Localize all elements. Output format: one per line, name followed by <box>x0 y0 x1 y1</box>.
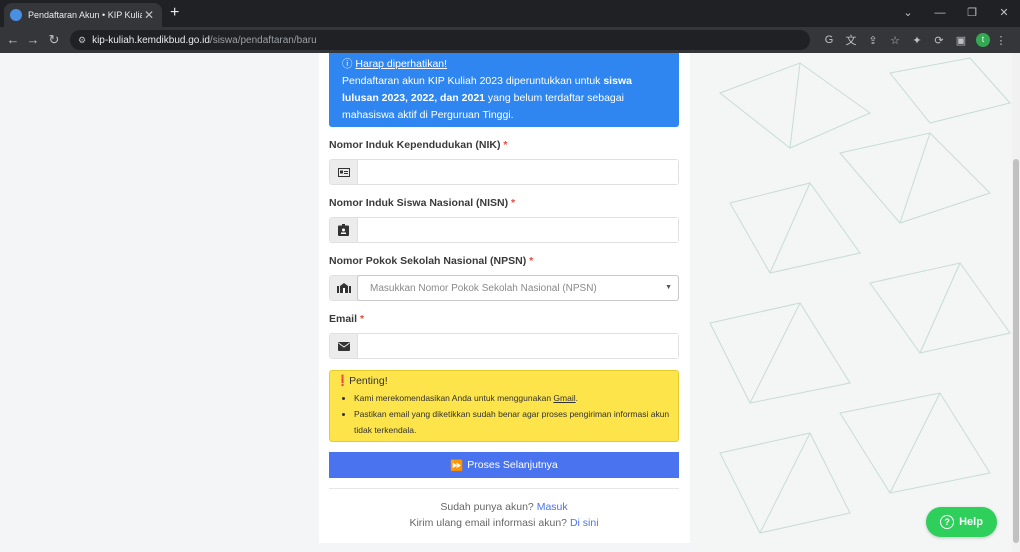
exclamation-icon: ❗ <box>336 375 350 387</box>
npsn-label-text: Nomor Pokok Sekolah Nasional (NPSN) <box>329 255 527 267</box>
nisn-label: Nomor Induk Siswa Nasional (NISN) * <box>329 197 515 209</box>
minimize-icon[interactable]: — <box>924 0 956 27</box>
site-info-icon[interactable]: ⚙ <box>78 35 86 46</box>
login-link[interactable]: Masuk <box>537 501 568 513</box>
nik-label-text: Nomor Induk Kependudukan (NIK) <box>329 139 501 151</box>
npsn-select[interactable]: Masukkan Nomor Pokok Sekolah Nasional (N… <box>357 275 679 301</box>
help-label: Help <box>959 516 983 528</box>
restore-icon[interactable]: ❐ <box>956 0 988 27</box>
fast-forward-icon: ⏩ <box>450 459 464 472</box>
translate-icon[interactable]: 文 <box>840 32 862 48</box>
id-badge-icon <box>330 218 358 242</box>
email-label-text: Email <box>329 313 358 325</box>
notice-text-1: Pendaftaran akun KIP Kuliah 2023 diperun… <box>342 75 604 87</box>
address-bar[interactable]: ⚙ kip-kuliah.kemdikbud.go.id /siswa/pend… <box>70 30 810 50</box>
nik-input[interactable] <box>358 160 678 184</box>
question-icon: ? <box>940 515 955 529</box>
login-line: Sudah punya akun? Masuk <box>329 501 679 513</box>
gmail-text: Gmail <box>553 393 576 403</box>
nisn-label-text: Nomor Induk Siswa Nasional (NISN) <box>329 197 509 209</box>
tab-search-icon[interactable]: ⌄ <box>892 0 924 27</box>
notice-alert: ⓘ Harap diperhatikan! Pendaftaran akun K… <box>329 53 679 127</box>
google-lens-icon[interactable]: G <box>818 34 840 46</box>
envelope-icon <box>330 334 358 358</box>
divider <box>329 488 679 489</box>
list-item: Pastikan email yang diketikkan sudah ben… <box>354 406 672 438</box>
important-item-1-end: . <box>575 393 578 403</box>
email-input[interactable] <box>358 334 678 358</box>
resend-link[interactable]: Di sini <box>570 517 599 529</box>
browser-tab[interactable]: Pendaftaran Akun • KIP Kuliah ✕ <box>4 3 162 27</box>
next-process-button[interactable]: ⏩ Proses Selanjutnya <box>329 452 679 478</box>
share-icon[interactable]: ⇪ <box>862 34 884 47</box>
tab-close-icon[interactable]: ✕ <box>142 8 156 22</box>
new-tab-button[interactable]: + <box>170 3 186 23</box>
menu-kebab-icon[interactable]: ⋮ <box>990 34 1012 47</box>
notice-title: Harap diperhatikan! <box>355 58 448 70</box>
important-list: Kami merekomendasikan Anda untuk menggun… <box>336 390 672 438</box>
profile-avatar[interactable]: t <box>976 33 990 47</box>
resend-prompt: Kirim ulang email informasi akun? <box>409 517 570 529</box>
npsn-placeholder: Masukkan Nomor Pokok Sekolah Nasional (N… <box>370 282 597 294</box>
list-item: Kami merekomendasikan Anda untuk menggun… <box>354 390 672 406</box>
required-mark: * <box>359 313 365 325</box>
notice-body: Pendaftaran akun KIP Kuliah 2023 diperun… <box>342 73 666 124</box>
important-alert: ❗Penting! Kami merekomendasikan Anda unt… <box>329 370 679 442</box>
nisn-input[interactable] <box>358 218 678 242</box>
important-item-2-text: Pastikan email yang diketikkan sudah ben… <box>354 409 670 435</box>
npsn-label: Nomor Pokok Sekolah Nasional (NPSN) * <box>329 255 533 267</box>
required-mark: * <box>529 255 534 267</box>
next-button-label: Proses Selanjutnya <box>467 459 558 471</box>
help-button[interactable]: ? Help <box>926 507 997 537</box>
books-illustration-icon <box>709 57 1011 534</box>
id-card-icon <box>330 160 358 184</box>
side-panel-icon[interactable]: ▣ <box>950 34 972 47</box>
email-input-group <box>329 333 679 359</box>
resend-line: Kirim ulang email informasi akun? Di sin… <box>329 517 679 529</box>
nik-label: Nomor Induk Kependudukan (NIK) * <box>329 139 508 151</box>
decorative-books-background <box>690 53 1020 552</box>
school-icon <box>330 276 358 300</box>
caret-down-icon: ▼ <box>665 284 672 291</box>
forward-icon[interactable]: → <box>24 30 42 50</box>
url-path: /siswa/pendaftaran/baru <box>209 34 317 46</box>
scrollbar-thumb[interactable] <box>1013 159 1019 543</box>
bookmark-star-icon[interactable]: ☆ <box>884 34 906 47</box>
window-controls: ⌄ — ❐ ✕ <box>892 0 1020 27</box>
reload-icon[interactable]: ↻ <box>45 30 63 50</box>
important-item-1-text: Kami merekomendasikan Anda untuk menggun… <box>354 393 554 403</box>
toolbar-icons: G 文 ⇪ ☆ ✦ ⟳ ▣ t ⋮ <box>818 30 1012 50</box>
important-title: Penting! <box>349 375 388 387</box>
email-label: Email * <box>329 313 364 325</box>
extensions-icon[interactable]: ✦ <box>906 34 928 47</box>
info-icon: ⓘ <box>342 58 353 70</box>
npsn-input-group: Masukkan Nomor Pokok Sekolah Nasional (N… <box>329 275 679 301</box>
browser-toolbar: ← → ↻ ⚙ kip-kuliah.kemdikbud.go.id /sisw… <box>0 27 1020 53</box>
extension-icon[interactable]: ⟳ <box>928 34 950 47</box>
back-icon[interactable]: ← <box>4 30 22 50</box>
nik-input-group <box>329 159 679 185</box>
nisn-input-group <box>329 217 679 243</box>
site-favicon-icon <box>10 9 22 21</box>
url-host: kip-kuliah.kemdikbud.go.id <box>92 34 210 46</box>
close-window-icon[interactable]: ✕ <box>988 0 1020 27</box>
required-mark: * <box>503 139 508 151</box>
required-mark: * <box>511 197 516 209</box>
page-viewport: ⓘ Harap diperhatikan! Pendaftaran akun K… <box>0 53 1020 552</box>
tab-title: Pendaftaran Akun • KIP Kuliah <box>28 10 142 20</box>
browser-tab-bar: Pendaftaran Akun • KIP Kuliah ✕ + ⌄ — ❐ … <box>0 0 1020 27</box>
login-prompt: Sudah punya akun? <box>440 501 537 513</box>
page-scrollbar[interactable] <box>1012 53 1020 552</box>
